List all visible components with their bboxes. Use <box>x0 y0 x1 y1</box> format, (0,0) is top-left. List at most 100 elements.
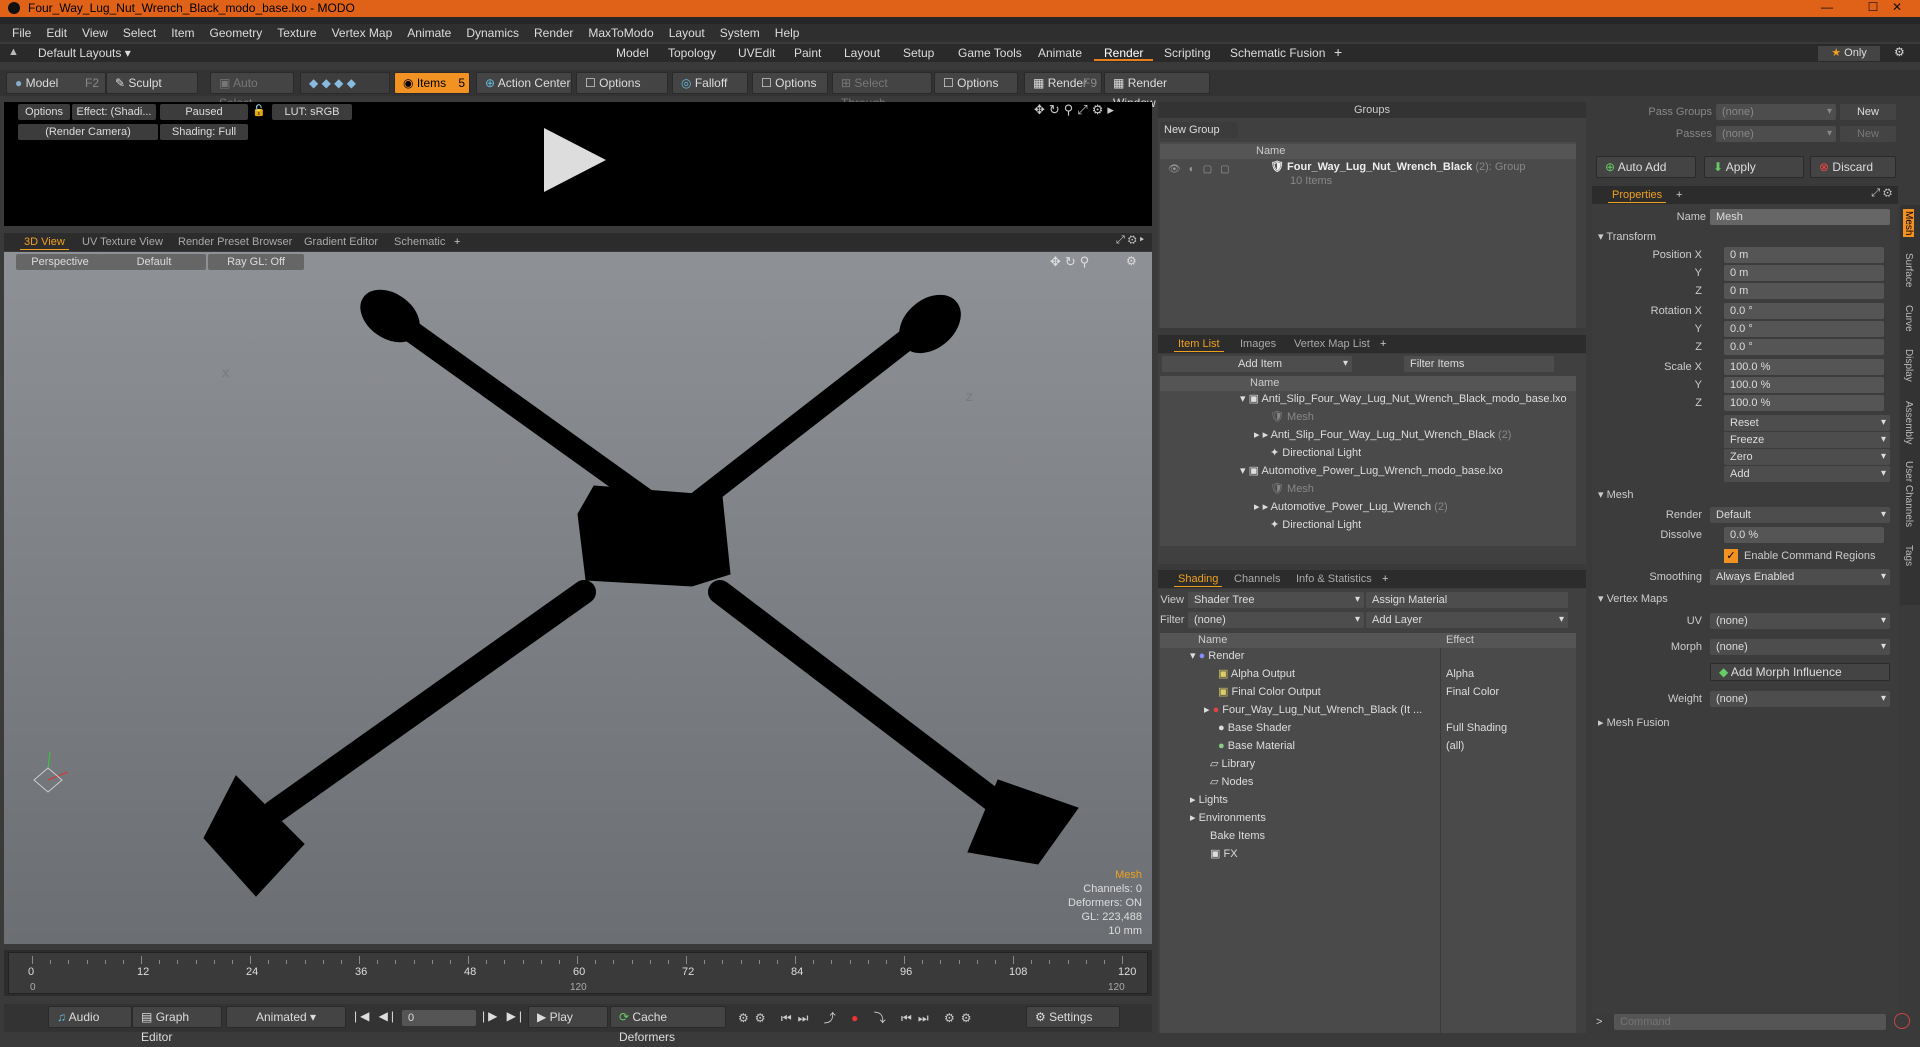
list-item[interactable]: ▸ ▸ Automotive_Power_Lug_Wrench (2) <box>1254 500 1448 515</box>
position-y-field[interactable]: 0 m <box>1724 265 1884 281</box>
vertex-maps-section[interactable]: ▾ Vertex Maps <box>1598 591 1668 607</box>
tab-scripting[interactable]: Scripting <box>1154 45 1221 61</box>
tab-gradient-editor[interactable]: Gradient Editor <box>300 235 382 250</box>
side-tab-mesh[interactable]: Mesh <box>1903 209 1914 238</box>
close-icon[interactable]: ✕ <box>1874 0 1920 17</box>
dissolve-field[interactable]: 0.0 % <box>1724 527 1884 543</box>
transform-section[interactable]: ▾ Transform <box>1598 229 1656 245</box>
morph-dropdown[interactable]: (none) <box>1710 639 1890 655</box>
rotation-y-field[interactable]: 0.0 ° <box>1724 321 1884 337</box>
add-properties-tab-icon[interactable]: + <box>1672 188 1686 203</box>
rotation-x-field[interactable]: 0.0 ° <box>1724 303 1884 319</box>
shader-row[interactable]: ● Base Shader <box>1218 721 1291 736</box>
side-tab-display[interactable]: Display <box>1903 349 1914 382</box>
shader-row[interactable]: ▱ Library <box>1210 757 1255 772</box>
shader-row[interactable]: ▣ Final Color Output <box>1218 685 1321 700</box>
shader-row[interactable]: ▣ FX <box>1210 847 1238 862</box>
menu-file[interactable]: File <box>12 26 31 40</box>
name-field[interactable]: Mesh <box>1710 209 1890 225</box>
menu-edit[interactable]: Edit <box>46 26 67 40</box>
cache-deformers-button[interactable]: ⟳ Cache Deformers <box>610 1006 726 1044</box>
side-tab-surface[interactable]: Surface <box>1903 253 1914 287</box>
key-tools-icons[interactable]: ⚙⚙ ⏮⏭ ⤴ ● ⤵ ⏮⏭ ⚙⚙ <box>738 1009 978 1026</box>
effect-selector[interactable]: Effect: (Shadi... <box>72 104 156 120</box>
add-tab-icon[interactable]: + <box>1334 44 1342 60</box>
weight-dropdown[interactable]: (none) <box>1710 691 1890 707</box>
freeze-dropdown[interactable]: Freeze <box>1724 432 1890 448</box>
select-through-options[interactable]: ☐ Options <box>934 72 1018 94</box>
items-mode-button[interactable]: ◉ Items 5 <box>394 72 470 94</box>
tab-uvedit[interactable]: UVEdit <box>728 45 785 61</box>
pass-groups-dropdown[interactable]: (none) <box>1716 104 1836 120</box>
tab-render-preset-browser[interactable]: Render Preset Browser <box>174 235 296 250</box>
layout-selector[interactable]: Default Layouts ▾ <box>38 46 131 60</box>
shader-row-render[interactable]: ▾ ● Render <box>1190 649 1244 664</box>
position-z-field[interactable]: 0 m <box>1724 283 1884 299</box>
apply-button[interactable]: ⬇ Apply <box>1704 156 1804 178</box>
skip-back-icons[interactable]: |◀ ◀| <box>354 1009 397 1023</box>
lut-selector[interactable]: LUT: sRGB <box>272 104 352 120</box>
preview-options-button[interactable]: Options <box>18 104 70 120</box>
frame-field[interactable]: 0 <box>402 1010 476 1026</box>
zero-dropdown[interactable]: Zero <box>1724 449 1890 465</box>
list-item[interactable]: ✦ Directional Light <box>1270 446 1361 461</box>
timeline[interactable]: 0 12 24 36 48 60 72 84 96 108 120 0 120 120 <box>4 950 1152 996</box>
tab-channels[interactable]: Channels <box>1230 572 1284 587</box>
menu-vertex-map[interactable]: Vertex Map <box>332 26 393 40</box>
gear-icon[interactable]: ⚙ <box>1894 45 1905 59</box>
pause-button[interactable]: Paused <box>160 104 248 120</box>
effect-cell[interactable]: Final Color <box>1446 685 1499 700</box>
list-item[interactable]: ✦ Directional Light <box>1270 518 1361 533</box>
falloff-button[interactable]: ◎ Falloff <box>672 72 748 94</box>
component-mode-buttons[interactable]: ◆ ◆ ◆ ◆ <box>300 72 390 94</box>
select-through-button[interactable]: ⊞ Select Through <box>832 72 932 110</box>
uv-dropdown[interactable]: (none) <box>1710 613 1890 629</box>
scale-y-field[interactable]: 100.0 % <box>1724 377 1884 393</box>
passes-dropdown[interactable]: (none) <box>1716 126 1836 142</box>
shader-row[interactable]: ▸ Environments <box>1190 811 1266 826</box>
side-tab-curve[interactable]: Curve <box>1903 305 1914 332</box>
properties-expand-icons[interactable]: ⤢ ⚙ <box>1871 187 1892 200</box>
discard-button[interactable]: ⊗ Discard <box>1810 156 1896 178</box>
command-input[interactable] <box>1614 1014 1886 1030</box>
lock-icon[interactable]: 🔓 <box>252 104 266 117</box>
effect-cell[interactable]: Alpha <box>1446 667 1474 682</box>
scale-x-field[interactable]: 100.0 % <box>1724 359 1884 375</box>
menu-item[interactable]: Item <box>171 26 194 40</box>
tab-paint[interactable]: Paint <box>784 45 831 61</box>
render-dropdown[interactable]: Default <box>1710 507 1890 523</box>
shader-row[interactable]: ● Base Material <box>1218 739 1295 754</box>
tab-game-tools[interactable]: Game Tools <box>948 45 1032 61</box>
settings-button[interactable]: ⚙ Settings <box>1026 1006 1120 1028</box>
group-item[interactable]: 🛡 Four_Way_Lug_Nut_Wrench_Black (2): Gro… <box>1270 160 1525 175</box>
only-toggle[interactable]: ★ Only <box>1818 46 1880 61</box>
add-viewport-tab-icon[interactable]: + <box>450 235 464 250</box>
mesh-fusion-section[interactable]: ▸ Mesh Fusion <box>1598 715 1670 731</box>
scale-z-field[interactable]: 100.0 % <box>1724 395 1884 411</box>
menu-dynamics[interactable]: Dynamics <box>466 26 519 40</box>
graph-editor-button[interactable]: ▤ Graph Editor <box>132 1006 222 1044</box>
render-window-button[interactable]: ▦ Render Window <box>1104 72 1210 110</box>
group-visibility-icons[interactable]: 👁◐▢▢ <box>1168 164 1248 178</box>
record-macro-icon[interactable] <box>1894 1013 1910 1029</box>
play-icon[interactable] <box>544 128 606 192</box>
auto-add-button[interactable]: ⊕ Auto Add <box>1596 156 1696 178</box>
view-dropdown[interactable]: Shader Tree <box>1188 592 1364 608</box>
mesh-section[interactable]: ▾ Mesh <box>1598 487 1633 503</box>
side-tab-tags[interactable]: Tags <box>1903 545 1914 566</box>
menu-layout[interactable]: Layout <box>669 26 705 40</box>
side-tab-user-channels[interactable]: User Channels <box>1903 461 1914 527</box>
side-tab-assembly[interactable]: Assembly <box>1903 401 1914 444</box>
action-center-button[interactable]: ⊕ Action Center <box>476 72 572 94</box>
preview-nav-icons[interactable]: ✥↻⚲⤢⚙▸ <box>1034 102 1118 118</box>
add-shading-tab-icon[interactable]: + <box>1378 572 1392 587</box>
play-button[interactable]: ▶ Play <box>528 1006 608 1028</box>
tab-schematic-fusion[interactable]: Schematic Fusion <box>1220 45 1335 61</box>
tab-item-list[interactable]: Item List <box>1174 337 1224 352</box>
tab-3d-view[interactable]: 3D View <box>20 235 69 250</box>
rotation-z-field[interactable]: 0.0 ° <box>1724 339 1884 355</box>
menu-select[interactable]: Select <box>123 26 156 40</box>
smoothing-dropdown[interactable]: Always Enabled <box>1710 569 1890 585</box>
shader-row[interactable]: ▸ Lights <box>1190 793 1228 808</box>
tab-render[interactable]: Render <box>1094 45 1154 61</box>
